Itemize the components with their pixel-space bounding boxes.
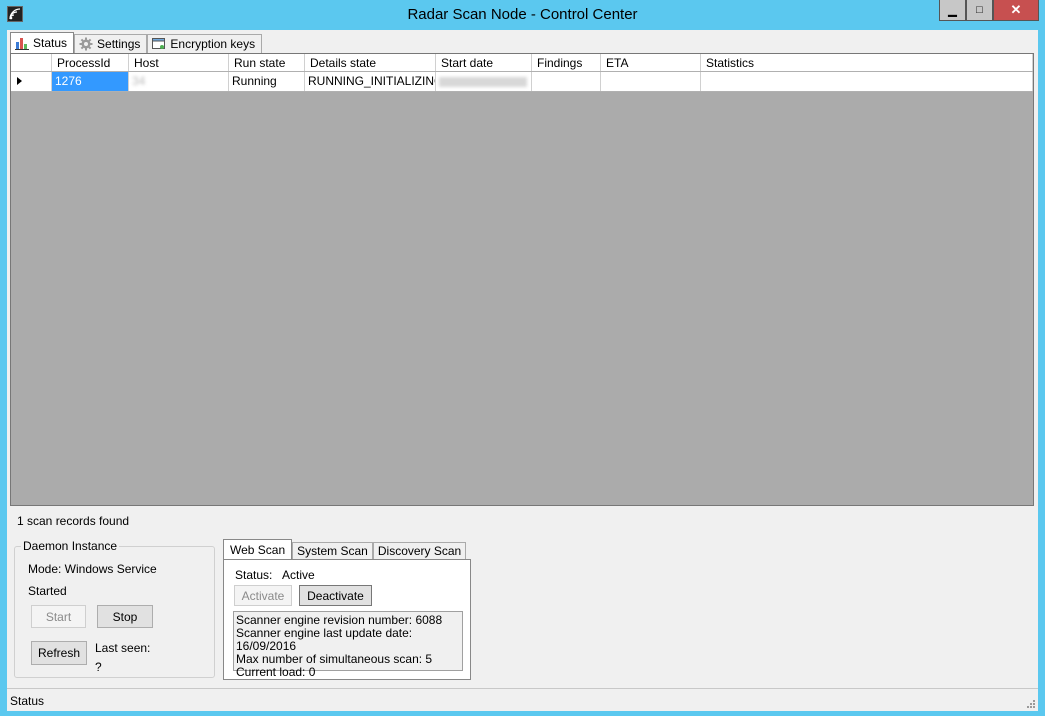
- deactivate-button[interactable]: Deactivate: [299, 585, 372, 606]
- daemon-state: Started: [28, 584, 67, 598]
- column-host[interactable]: Host: [129, 54, 229, 71]
- row-header[interactable]: [11, 72, 52, 91]
- cell-host-value: 34: [132, 74, 146, 88]
- bar-chart-icon: [15, 38, 29, 50]
- table-row[interactable]: 1276 34 Running RUNNING_INITIALIZING: [11, 72, 1033, 92]
- minimize-button[interactable]: ▁: [939, 0, 966, 21]
- refresh-button[interactable]: Refresh: [31, 641, 87, 665]
- scan-records-grid[interactable]: ProcessId Host Run state Details state S…: [10, 53, 1034, 506]
- web-scan-status-label: Status:: [235, 568, 273, 582]
- scanner-engine-info: Scanner engine revision number: 6088 Sca…: [233, 611, 463, 679]
- records-count: 1 scan records found: [17, 514, 130, 528]
- key-window-icon: [152, 38, 166, 49]
- last-seen-label: Last seen:: [95, 641, 151, 655]
- title-bar[interactable]: Radar Scan Node - Control Center ▁ □ ✕: [0, 0, 1045, 30]
- tab-encryption-keys-label: Encryption keys: [170, 37, 256, 51]
- grid-header: ProcessId Host Run state Details state S…: [11, 54, 1033, 72]
- tab-settings[interactable]: Settings: [74, 34, 148, 53]
- cell-eta[interactable]: [601, 72, 701, 91]
- stop-button[interactable]: Stop: [97, 605, 153, 628]
- current-row-arrow-icon: [17, 77, 22, 85]
- cell-host[interactable]: 34: [129, 72, 229, 91]
- window-title: Radar Scan Node - Control Center: [407, 6, 638, 23]
- column-start-date[interactable]: Start date: [436, 54, 532, 71]
- column-findings[interactable]: Findings: [532, 54, 601, 71]
- engine-last-update: Scanner engine last update date: 16/09/2…: [236, 626, 413, 653]
- close-button[interactable]: ✕: [993, 0, 1039, 21]
- maximize-icon: □: [976, 4, 983, 16]
- current-load: Current load: 0: [236, 665, 316, 679]
- daemon-mode: Mode: Windows Service: [28, 562, 157, 576]
- tab-discovery-scan[interactable]: Discovery Scan: [372, 542, 467, 560]
- start-button[interactable]: Start: [31, 605, 86, 628]
- cell-run-state[interactable]: Running: [229, 72, 305, 91]
- status-bar: Status: [7, 688, 1038, 711]
- activate-button[interactable]: Activate: [234, 585, 292, 606]
- status-bar-text: Status: [10, 694, 45, 708]
- last-seen-value: ?: [95, 660, 102, 674]
- cell-details-state[interactable]: RUNNING_INITIALIZING: [305, 72, 436, 91]
- grid-corner[interactable]: [11, 54, 52, 71]
- tab-system-scan[interactable]: System Scan: [292, 542, 373, 560]
- minimize-icon: ▁: [948, 4, 957, 17]
- tab-status-label: Status: [33, 36, 68, 50]
- cell-findings[interactable]: [532, 72, 601, 91]
- column-processid[interactable]: ProcessId: [52, 54, 129, 71]
- scan-type-tabs: Web Scan System Scan Discovery Scan: [223, 539, 467, 560]
- daemon-instance-legend: Daemon Instance: [21, 539, 120, 553]
- column-eta[interactable]: ETA: [601, 54, 701, 71]
- column-details-state[interactable]: Details state: [305, 54, 436, 71]
- close-icon: ✕: [1010, 2, 1022, 17]
- main-window: Status Settings Encryption keys ProcessI…: [7, 30, 1038, 711]
- main-tabs: Status Settings Encryption keys: [10, 32, 263, 53]
- gear-icon: [79, 37, 93, 51]
- tab-settings-label: Settings: [97, 37, 141, 51]
- column-statistics[interactable]: Statistics: [701, 54, 1033, 71]
- column-run-state[interactable]: Run state: [229, 54, 305, 71]
- cell-statistics[interactable]: [701, 72, 1033, 91]
- daemon-instance-group: Daemon Instance Mode: Windows Service St…: [14, 539, 215, 678]
- cell-start-date-redacted: [439, 77, 527, 87]
- tab-encryption-keys[interactable]: Encryption keys: [147, 34, 263, 53]
- cell-processid[interactable]: 1276: [52, 72, 129, 91]
- web-scan-panel: Status: Active Activate Deactivate Scann…: [223, 559, 471, 680]
- web-scan-status-value: Active: [282, 568, 315, 582]
- cell-start-date[interactable]: [436, 72, 532, 91]
- resize-grip-icon[interactable]: [1025, 698, 1035, 708]
- maximize-button[interactable]: □: [966, 0, 993, 21]
- tab-web-scan[interactable]: Web Scan: [223, 539, 293, 560]
- tab-status[interactable]: Status: [10, 32, 75, 53]
